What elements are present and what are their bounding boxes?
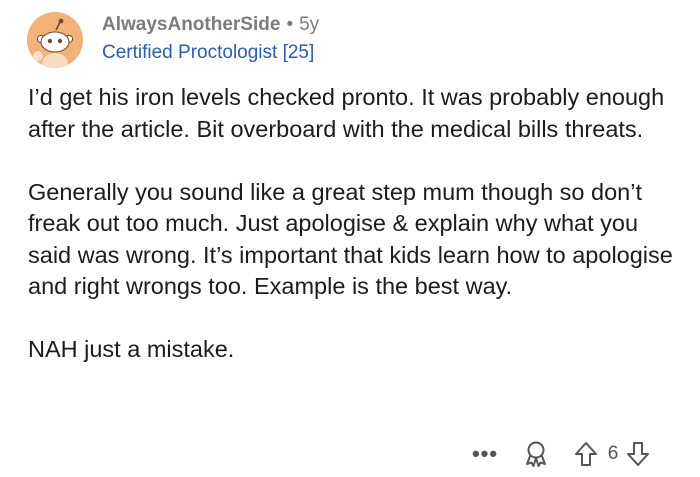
vote-score: 6	[607, 443, 619, 464]
comment-header: AlwaysAnotherSide • 5y	[102, 12, 319, 38]
comment-paragraph: NAH just a mistake.	[28, 336, 235, 362]
comment-paragraph: I’d get his iron levels checked pronto. …	[28, 84, 665, 142]
comment-body: I’d get his iron levels checked pronto. …	[28, 82, 678, 366]
comment-age: 5y	[299, 14, 320, 35]
user-avatar[interactable]	[27, 12, 83, 68]
upvote-icon[interactable]	[574, 441, 598, 467]
more-options-icon[interactable]: •••	[468, 443, 502, 465]
separator-dot: •	[286, 14, 294, 35]
comment-meta: AlwaysAnotherSide • 5y Certified Proctolog…	[102, 12, 319, 66]
username-link[interactable]: AlwaysAnotherSide	[102, 14, 280, 35]
comment-actions: ••• 6	[468, 436, 650, 472]
comment: AlwaysAnotherSide • 5y Certified Proctolog…	[0, 0, 700, 477]
award-icon[interactable]	[522, 440, 550, 468]
downvote-icon[interactable]	[626, 441, 650, 467]
user-flair: Certified Proctologist [25]	[102, 42, 315, 63]
comment-paragraph: Generally you sound like a great step mu…	[28, 178, 673, 300]
snoo-avatar-icon	[27, 12, 83, 68]
